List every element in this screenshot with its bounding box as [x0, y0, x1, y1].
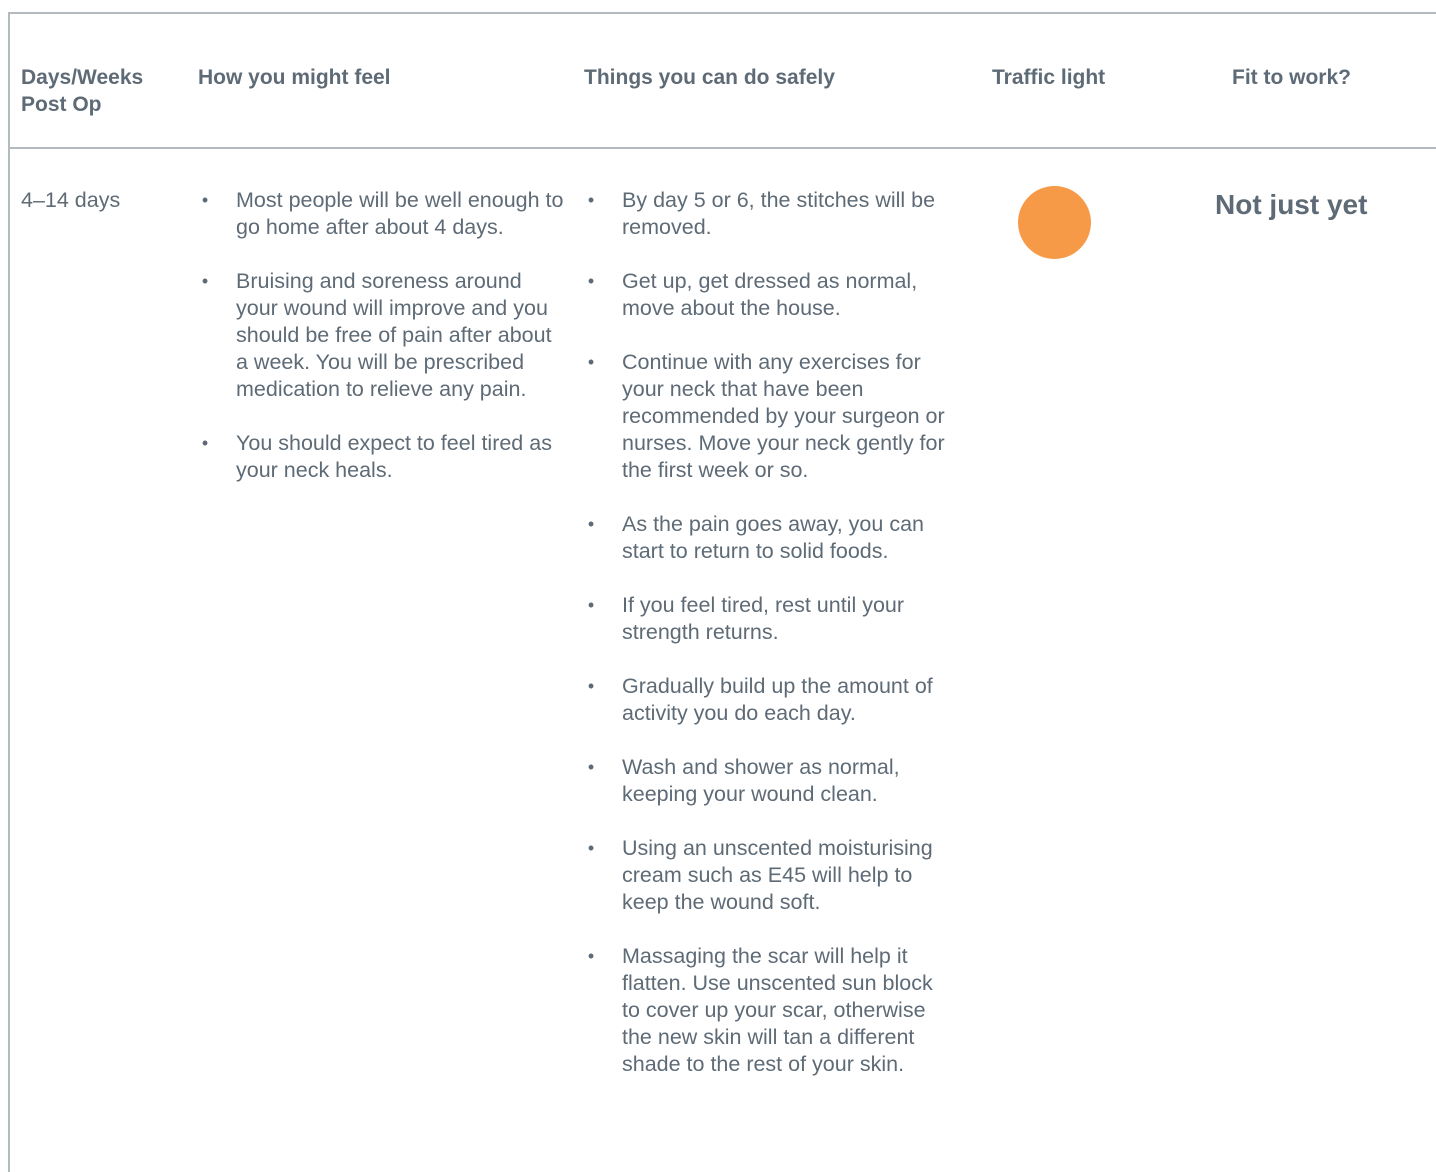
things-list-item: • Get up, get dressed as normal, move abo… — [584, 268, 954, 322]
things-list-item-text: Using an unscented moisturising cream su… — [622, 836, 933, 914]
things-list-item: • As the pain goes away, you can start to… — [584, 511, 954, 565]
things-list-item: • Wash and shower as normal, keeping your… — [584, 754, 954, 808]
bullet-icon: • — [587, 946, 595, 966]
things-list-item-text: Wash and shower as normal, keeping your … — [622, 755, 900, 806]
bullet-icon: • — [201, 433, 209, 453]
feel-list: • Most people will be well enough to go h… — [198, 187, 568, 484]
bullet-icon: • — [587, 271, 595, 291]
things-list-item: • By day 5 or 6, the stitches will be rem… — [584, 187, 954, 241]
bullet-icon: • — [587, 190, 595, 210]
bullet-icon: • — [587, 757, 595, 777]
feel-list-item: • Most people will be well enough to go h… — [198, 187, 568, 241]
bullet-icon: • — [587, 352, 595, 372]
things-list-item-text: Continue with any exercises for your nec… — [622, 350, 945, 482]
things-list-item-text: Get up, get dressed as normal, move abou… — [622, 269, 918, 320]
things-list-item: • Using an unscented moisturising cream s… — [584, 835, 954, 916]
feel-list-item-text: Most people will be well enough to go ho… — [236, 188, 564, 239]
feel-list-item-text: Bruising and soreness around your wound … — [236, 269, 552, 401]
things-list-item-text: If you feel tired, rest until your stren… — [622, 593, 905, 644]
feel-list-item: • Bruising and soreness around your wound… — [198, 268, 568, 403]
things-list-item: • Continue with any exercises for your ne… — [584, 349, 954, 484]
bullet-icon: • — [201, 271, 209, 291]
things-list-item-text: As the pain goes away, you can start to … — [622, 512, 924, 563]
things-list: • By day 5 or 6, the stitches will be rem… — [584, 187, 954, 1078]
feel-column: • Most people will be well enough to go h… — [198, 187, 568, 511]
header-how-you-might-feel: How you might feel — [198, 66, 391, 89]
bullet-icon: • — [587, 676, 595, 696]
header-divider — [8, 147, 1436, 149]
things-list-item-text: Gradually build up the amount of activit… — [622, 674, 933, 725]
things-list-item-text: By day 5 or 6, the stitches will be remo… — [622, 188, 936, 239]
header-things-you-can-do: Things you can do safely — [584, 66, 835, 89]
things-column: • By day 5 or 6, the stitches will be rem… — [584, 187, 954, 1105]
header-fit-to-work: Fit to work? — [1232, 66, 1351, 89]
bullet-icon: • — [587, 514, 595, 534]
things-list-item-text: Massaging the scar will help it flatten.… — [622, 944, 933, 1076]
row-days-value: 4–14 days — [21, 188, 121, 212]
things-list-item: • Gradually build up the amount of activi… — [584, 673, 954, 727]
feel-list-item-text: You should expect to feel tired as your … — [236, 431, 552, 482]
header-days-post-op: Days/Weeks Post Op — [21, 66, 144, 116]
things-list-item: • Massaging the scar will help it flatten… — [584, 943, 954, 1078]
feel-list-item: • You should expect to feel tired as your… — [198, 430, 568, 484]
header-traffic-light: Traffic light — [992, 66, 1106, 89]
fit-to-work-value: Not just yet — [1215, 189, 1368, 220]
bullet-icon: • — [587, 595, 595, 615]
bullet-icon: • — [587, 838, 595, 858]
bullet-icon: • — [201, 190, 209, 210]
traffic-light-amber-circle — [1018, 186, 1091, 259]
things-list-item: • If you feel tired, rest until your stre… — [584, 592, 954, 646]
